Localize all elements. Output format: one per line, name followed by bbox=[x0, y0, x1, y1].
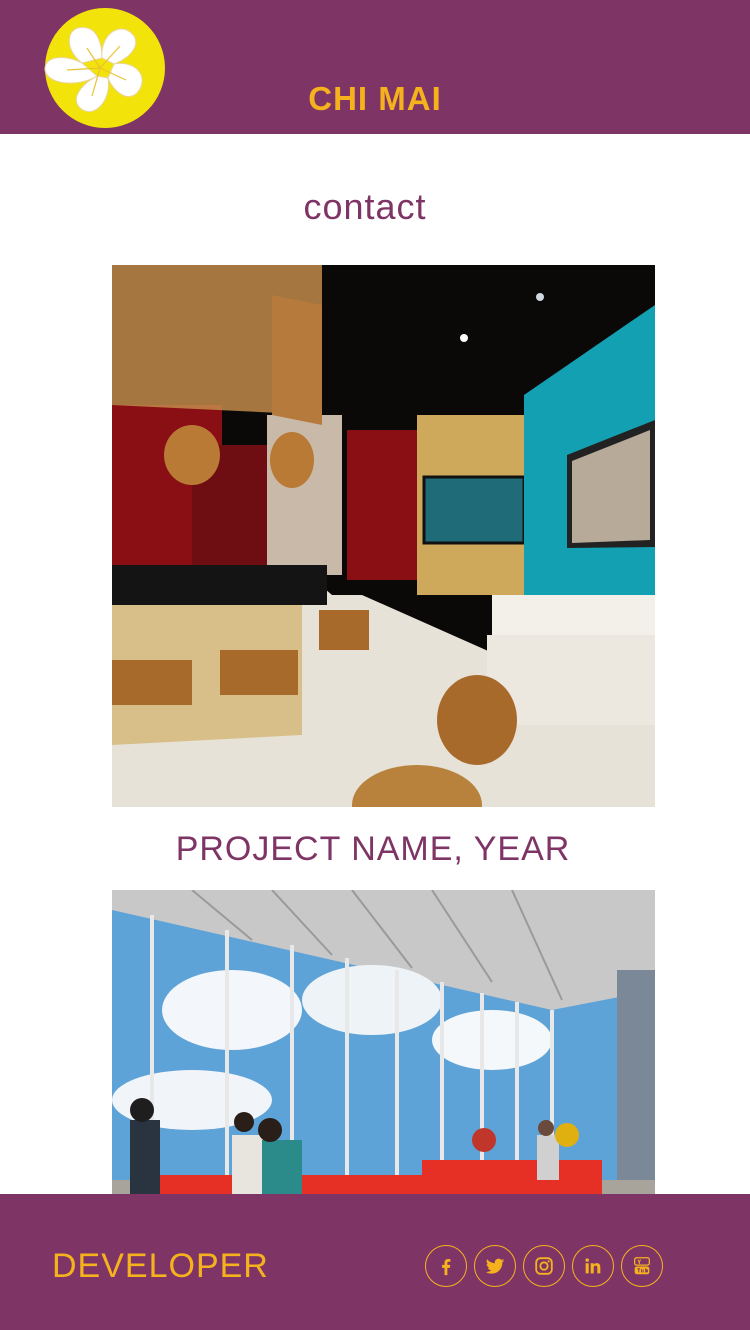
project-image-lounge[interactable] bbox=[112, 890, 655, 1194]
contact-link[interactable]: contact bbox=[0, 186, 730, 228]
developer-label: DEVELOPER bbox=[52, 1247, 269, 1285]
facebook-icon[interactable] bbox=[425, 1245, 467, 1287]
site-title[interactable]: CHI MAI bbox=[0, 80, 750, 118]
linkedin-icon[interactable] bbox=[572, 1245, 614, 1287]
project-image-interior[interactable] bbox=[112, 265, 655, 807]
site-header: CHI MAI bbox=[0, 0, 750, 134]
instagram-icon[interactable] bbox=[523, 1245, 565, 1287]
youtube-icon[interactable] bbox=[621, 1245, 663, 1287]
twitter-icon[interactable] bbox=[474, 1245, 516, 1287]
social-links bbox=[425, 1245, 663, 1287]
project-caption: PROJECT NAME, YEAR bbox=[175, 830, 571, 868]
site-footer: DEVELOPER bbox=[0, 1194, 750, 1330]
